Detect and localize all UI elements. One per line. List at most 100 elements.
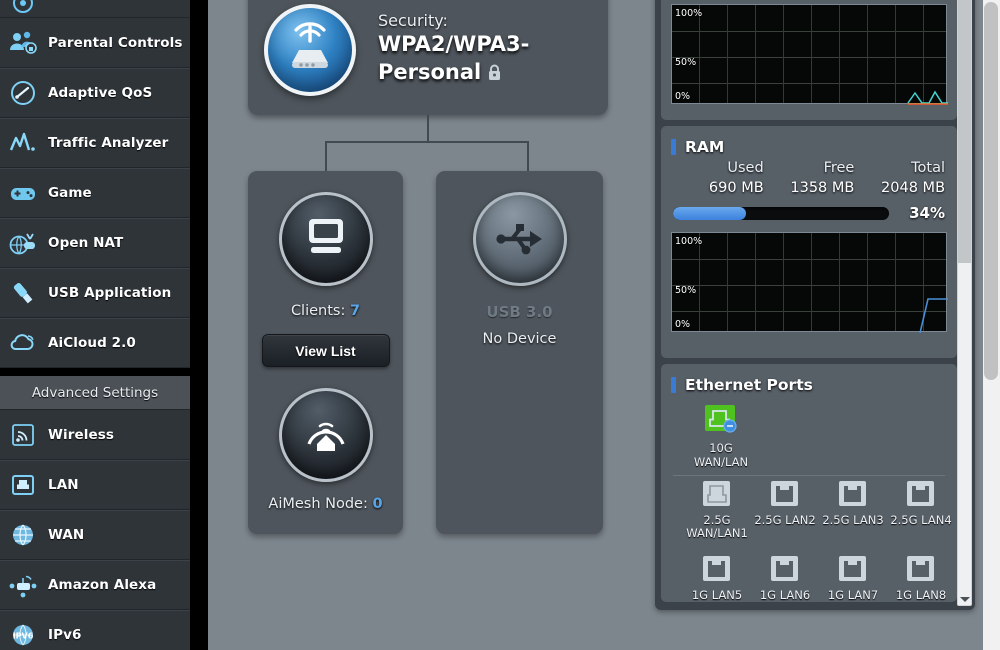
sidebar-item-label: Wireless [48, 426, 114, 443]
sidebar-item-open-nat[interactable]: Open NAT [0, 218, 190, 268]
ram-panel: RAM Used Free Total 690 MB 1358 MB 2048 … [661, 126, 957, 358]
sidebar-item-partial-top[interactable] [0, 0, 190, 18]
panel-tick-icon [671, 139, 676, 155]
ram-col-value: 690 MB [708, 180, 764, 196]
sidebar-item-ipv6[interactable]: IPV6 IPv6 [0, 610, 190, 650]
cpu-graph-lines [907, 90, 948, 105]
gamepad-icon [8, 178, 38, 208]
sidebar-item-usb-application[interactable]: USB Application [0, 268, 190, 318]
sidebar-item-label: USB Application [48, 285, 172, 301]
connector-vertical-right [527, 141, 529, 173]
sidebar-item-wan[interactable]: WAN [0, 510, 190, 560]
ethernet-main-port[interactable]: 10G WAN/LAN [661, 394, 957, 470]
ipv6-globe-icon: IPV6 [8, 620, 38, 650]
scroll-down-arrow-icon[interactable] [960, 597, 970, 602]
browser-scrollbar-thumb[interactable] [984, 2, 998, 380]
clients-count-row: Clients: 7 [248, 303, 403, 319]
svg-text:IPV6: IPV6 [13, 632, 34, 641]
ram-col-head: Total [911, 160, 946, 176]
ethernet-port-row-1: 2.5G WAN/LAN1 2.5G LAN2 2.5G LAN3 2.5G L… [661, 476, 957, 542]
ethernet-port[interactable]: 1G LAN7 [819, 555, 887, 603]
ethernet-port-label: 2.5G LAN3 [822, 512, 884, 527]
sidebar-item-lan[interactable]: LAN [0, 460, 190, 510]
ethernet-port-icon [905, 480, 937, 512]
view-list-button[interactable]: View List [261, 334, 390, 367]
ethernet-port-label: 2.5G LAN4 [890, 512, 952, 527]
sidebar-item-label: IPv6 [48, 627, 82, 643]
connector-vertical-left [325, 141, 327, 173]
system-status-column: Core 4 0% 100% 50% 0% [655, 0, 975, 610]
panel-scrollbar-thumb[interactable] [958, 0, 971, 263]
ethernet-port-label: 2.5G WAN/LAN1 [686, 512, 748, 541]
lan-port-icon [8, 470, 38, 500]
ethernet-title-text: Ethernet Ports [685, 376, 813, 394]
ethernet-port[interactable]: 2.5G LAN3 [819, 480, 887, 542]
browser-scrollbar[interactable] [983, 0, 1000, 650]
sidebar-item-label: Amazon Alexa [48, 577, 157, 593]
ethernet-title: Ethernet Ports [661, 364, 957, 394]
ram-col-head: Free [823, 160, 855, 176]
main-stage: Security: WPA2/WPA3-Personal Clients: 7 … [208, 0, 1000, 650]
sidebar-right-gutter [190, 0, 208, 650]
ethernet-port-icon [837, 480, 869, 512]
ram-title: RAM [661, 126, 957, 156]
ethernet-port[interactable]: 1G LAN8 [887, 555, 955, 603]
clients-count: 7 [349, 303, 361, 319]
ram-headers: Used Free Total [661, 156, 957, 176]
sidebar-item-label: Traffic Analyzer [48, 135, 169, 151]
alexa-icon [8, 570, 38, 600]
cpu-panel: Core 4 0% 100% 50% 0% [661, 0, 957, 120]
parental-controls-icon [8, 28, 38, 58]
ram-usage-graph: 100% 50% 0% [671, 232, 948, 333]
sidebar-primary-group: Parental Controls Adaptive QoS Traffic A… [0, 18, 190, 368]
usb-title: USB 3.0 [486, 303, 553, 321]
ethernet-port[interactable]: 2.5G WAN/LAN1 [683, 480, 751, 542]
network-map-icon [13, 0, 33, 13]
ethernet-port-active-icon [704, 405, 738, 440]
security-value-text: WPA2/WPA3-Personal [378, 31, 530, 84]
monitor-icon [278, 192, 373, 286]
sidebar-item-parental-controls[interactable]: Parental Controls [0, 18, 190, 68]
wireless-icon [8, 420, 38, 450]
ram-usage-percent: 34% [909, 204, 945, 222]
sidebar-item-adaptive-qos[interactable]: Adaptive QoS [0, 68, 190, 118]
sidebar-item-label: Parental Controls [48, 34, 183, 51]
sidebar-advanced-group: Wireless LAN WAN Amazon Alexa IPV6 IPv6 [0, 410, 190, 650]
usb-icon [472, 192, 567, 286]
clients-label: Clients: [290, 303, 346, 319]
cloud-icon [8, 328, 38, 358]
ram-usage-bar-row: 34% [661, 196, 957, 222]
aimesh-label: AiMesh Node: [268, 496, 368, 512]
sidebar-divider [0, 368, 190, 376]
ram-graph-line [919, 298, 948, 333]
ethernet-port[interactable]: 2.5G LAN4 [887, 480, 955, 542]
sidebar-item-traffic-analyzer[interactable]: Traffic Analyzer [0, 118, 190, 168]
panel-scrollbar[interactable] [957, 0, 972, 606]
sidebar-item-game[interactable]: Game [0, 168, 190, 218]
sidebar-item-wireless[interactable]: Wireless [0, 410, 190, 460]
usb-status: No Device [482, 331, 557, 347]
sidebar: Parental Controls Adaptive QoS Traffic A… [0, 0, 190, 650]
router-status-card: Security: WPA2/WPA3-Personal [248, 0, 608, 115]
ethernet-port[interactable]: 2.5G LAN2 [751, 480, 819, 542]
ethernet-port[interactable]: 1G LAN6 [751, 555, 819, 603]
aimesh-house-icon [278, 388, 373, 482]
ethernet-port-icon [701, 480, 733, 512]
aimesh-count-row: AiMesh Node: 0 [248, 496, 403, 512]
usb-drive-icon [8, 278, 38, 308]
sidebar-item-amazon-alexa[interactable]: Amazon Alexa [0, 560, 190, 610]
ethernet-port-icon [905, 556, 937, 587]
traffic-analyzer-icon [8, 128, 38, 158]
cpu-usage-graph: 100% 50% 0% [671, 4, 948, 105]
ethernet-port-label: 1G LAN5 [691, 588, 743, 603]
page-root: Parental Controls Adaptive QoS Traffic A… [0, 0, 1000, 650]
ethernet-port-icon [769, 556, 801, 587]
usb-card: USB 3.0 No Device [436, 171, 603, 534]
sidebar-item-aicloud[interactable]: AiCloud 2.0 [0, 318, 190, 368]
security-value: WPA2/WPA3-Personal [378, 30, 558, 88]
ethernet-port[interactable]: 1G LAN5 [683, 555, 751, 603]
aimesh-count: 0 [372, 496, 383, 512]
ethernet-port-icon [769, 480, 801, 512]
ram-col-value: 1358 MB [790, 180, 855, 196]
ram-usage-bar-fill [673, 206, 747, 220]
